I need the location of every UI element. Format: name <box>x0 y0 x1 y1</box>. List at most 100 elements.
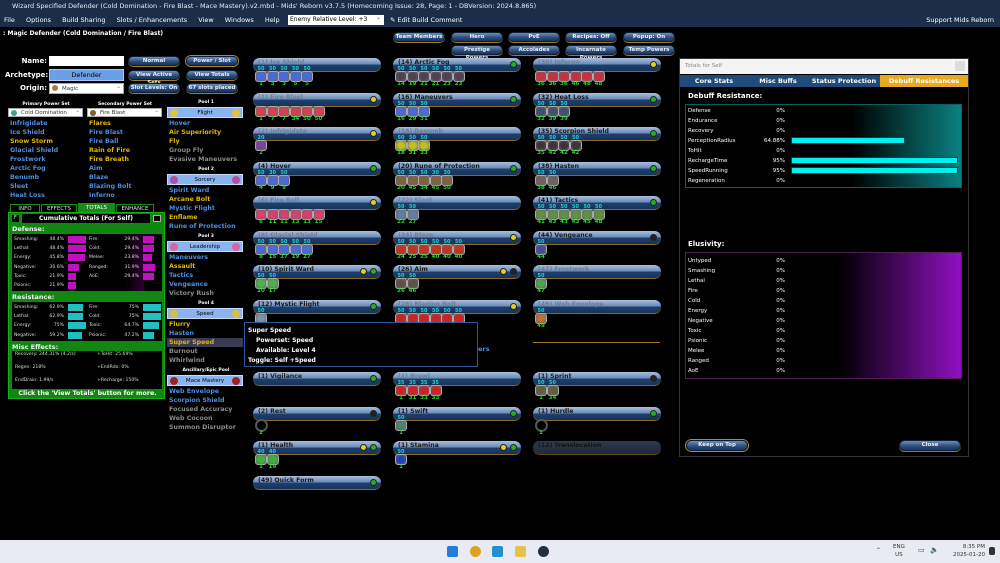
incarnate-powers-button[interactable]: Incarnate Powers <box>565 45 617 61</box>
power-slot-22-sleet[interactable]: (22) Sleet 50 22 50 27 <box>393 196 521 225</box>
edit-build-comment-button[interactable]: ✎ Edit Build Comment <box>390 13 462 27</box>
slot-levels-button[interactable]: Slot Levels: On <box>128 83 180 93</box>
power-slot-32-heat-loss[interactable]: (32) Heat Loss 50 32 50 39 50 39 <box>533 92 661 122</box>
toggle-indicator-icon[interactable] <box>650 61 657 68</box>
menu-windows[interactable]: Windows <box>225 16 254 24</box>
power-slot-14-arctic-fog[interactable]: (14) Arctic Fog 50 14 50 19 50 21 50 21 50 23 50 23 <box>393 58 521 87</box>
power-slot-24-blaze[interactable]: (24) Blaze 50 24 50 25 50 25 50 40 50 40 50 40 <box>393 230 521 260</box>
active-indicator-icon[interactable] <box>370 302 377 310</box>
active-indicator-icon[interactable] <box>370 268 377 275</box>
power-benumb[interactable]: Benumb <box>8 173 84 182</box>
view-active-sets-button[interactable]: View Active Sets <box>128 70 180 86</box>
power-fire-ball[interactable]: Fire Ball <box>87 137 163 146</box>
power-group-fly[interactable]: Group Fly <box>167 146 243 155</box>
tab-status-protection[interactable]: Status Protection <box>808 75 880 87</box>
primary-set-select[interactable]: Cold Domination <box>8 107 83 117</box>
pool-leadership-select[interactable]: Leadership <box>167 241 243 252</box>
origin-select[interactable]: Magic <box>49 82 124 94</box>
toggle-indicator-icon[interactable] <box>500 268 507 275</box>
pool-sorcery-select[interactable]: Sorcery <box>167 174 243 185</box>
power-slot-26-aim[interactable]: (26) Aim 50 26 50 46 <box>393 265 521 294</box>
inactive-indicator-icon[interactable] <box>650 233 657 241</box>
power-web-cocoon[interactable]: Web Cocoon <box>167 414 243 423</box>
power-mystic-flight[interactable]: Mystic Flight <box>167 204 243 213</box>
power-snow-storm[interactable]: Snow Storm <box>8 137 84 146</box>
active-indicator-icon[interactable] <box>650 130 657 137</box>
inactive-indicator-icon[interactable] <box>510 268 517 275</box>
power-heat-loss[interactable]: Heat Loss <box>8 191 84 200</box>
power-glacial-shield[interactable]: Glacial Shield <box>8 146 84 155</box>
power-whirlwind[interactable]: Whirlwind <box>167 356 243 365</box>
close-icon[interactable] <box>955 61 965 71</box>
start-icon[interactable] <box>447 546 458 557</box>
power-web-envelope[interactable]: Web Envelope <box>167 387 243 396</box>
edge-icon[interactable] <box>492 546 503 557</box>
power-sleet[interactable]: Sleet <box>8 182 84 191</box>
power-flurry[interactable]: Flurry <box>167 320 243 329</box>
toggle-indicator-icon[interactable] <box>360 268 367 275</box>
toggle-indicator-icon[interactable] <box>510 233 517 241</box>
power-slot-1-vigilance[interactable]: (1) Vigilance <box>253 372 381 385</box>
power-vengeance[interactable]: Vengeance <box>167 280 243 289</box>
recipes-button[interactable]: Recipes: Off <box>565 32 617 42</box>
power-slot-6-fire-ball[interactable]: (6) Fire Ball 6 11 11 13 13 15 <box>253 196 381 225</box>
power-slot-1-health[interactable]: (1) Health 40 1 40 19 <box>253 441 381 470</box>
power-slot-44-vengeance[interactable]: (44) Vengeance 50 44 <box>533 230 661 260</box>
power-victory-rush[interactable]: Victory Rush <box>167 289 243 298</box>
power-slot-1-swift[interactable]: (1) Swift 50 1 <box>393 406 521 436</box>
active-indicator-icon[interactable] <box>510 164 517 172</box>
power-fire-breath[interactable]: Fire Breath <box>87 155 163 164</box>
power-slot-47-frostwork[interactable]: (47) Frostwork 50 47 <box>533 265 661 294</box>
volume-icon[interactable]: 🔈 <box>930 546 939 554</box>
toggle-indicator-icon[interactable] <box>500 444 507 451</box>
power-maneuvers[interactable]: Maneuvers <box>167 253 243 262</box>
power-slot-4-hover[interactable]: (4) Hover 50 4 30 9 50 9 <box>253 161 381 191</box>
power-evasive-maneuvers[interactable]: Evasive Maneuvers <box>167 155 243 164</box>
menu-build-sharing[interactable]: Build Sharing <box>62 16 105 24</box>
active-indicator-icon[interactable] <box>510 61 517 68</box>
view-totals-button[interactable]: View Totals <box>186 70 238 80</box>
close-button[interactable]: Close <box>899 440 961 451</box>
tab-debuff-resistances[interactable]: Debuff Resistances <box>880 75 968 87</box>
active-indicator-icon[interactable] <box>510 444 517 451</box>
menu-file[interactable]: File <box>4 16 15 24</box>
power-assault[interactable]: Assault <box>167 262 243 271</box>
active-indicator-icon[interactable] <box>510 409 517 417</box>
power-blazing-bolt[interactable]: Blazing Bolt <box>87 182 163 191</box>
power-slot-41-tactics[interactable]: (41) Tactics 50 41 50 43 50 43 50 43 50 45 50 48 <box>533 196 661 225</box>
power-air-superiority[interactable]: Air Superiority <box>167 128 243 137</box>
menu-help[interactable]: Help <box>265 16 280 24</box>
secondary-set-select[interactable]: Fire Blast <box>87 107 162 117</box>
power-slot-1-hurdle[interactable]: (1) Hurdle 1 <box>533 406 661 436</box>
active-indicator-icon[interactable] <box>370 478 377 486</box>
team-members-button[interactable]: Team Members <box>393 32 445 42</box>
active-indicator-icon[interactable] <box>510 95 517 103</box>
pool-flight-select[interactable]: Flight <box>167 107 243 118</box>
power-slot-1-sprint[interactable]: (1) Sprint 50 1 50 34 <box>533 372 661 401</box>
power-slot-2-rest[interactable]: (2) Rest 2 <box>253 406 381 436</box>
power-slot-38-hasten[interactable]: (38) Hasten 50 38 50 46 <box>533 161 661 191</box>
active-indicator-icon[interactable] <box>650 199 657 206</box>
inactive-indicator-icon[interactable] <box>370 409 377 417</box>
power-slot-49-quick-form[interactable]: (49) Quick Form <box>253 475 381 489</box>
keep-on-top-button[interactable]: Keep on Top <box>686 440 748 451</box>
power-slot-1-brawl[interactable]: (1) Brawl 35 1 35 31 35 33 35 33 <box>393 372 521 401</box>
power-slot-8-glacial-shield[interactable]: (8) Glacial Shield 50 8 50 15 50 17 50 19 50 27 <box>253 230 381 260</box>
pve-button[interactable]: PvE <box>508 32 560 42</box>
power-arctic-fog[interactable]: Arctic Fog <box>8 164 84 173</box>
power-rain-of-fire[interactable]: Rain of Fire <box>87 146 163 155</box>
power-hover[interactable]: Hover <box>167 119 243 128</box>
toggle-indicator-icon[interactable] <box>510 302 517 310</box>
power-slot-35-scorpion-shield[interactable]: (35) Scorpion Shield 50 35 50 42 50 42 50 42 <box>533 127 661 156</box>
power-slot-30-inferno[interactable]: (30) Inferno 36 36 36 46 48 48 <box>533 58 661 87</box>
power-super-speed[interactable]: Super Speed <box>167 338 243 347</box>
float-button[interactable]: F <box>12 215 19 222</box>
slots-placed-button[interactable]: 67 slots placed <box>186 83 238 93</box>
power-hasten[interactable]: Hasten <box>167 329 243 338</box>
power-ice-shield[interactable]: Ice Shield <box>8 128 84 137</box>
active-indicator-icon[interactable] <box>370 375 377 382</box>
tray-chevron-icon[interactable]: ⌃ <box>876 547 881 554</box>
power-aim[interactable]: Aim <box>87 164 163 173</box>
file-explorer-icon[interactable] <box>515 546 526 557</box>
toggle-indicator-icon[interactable] <box>370 199 377 206</box>
